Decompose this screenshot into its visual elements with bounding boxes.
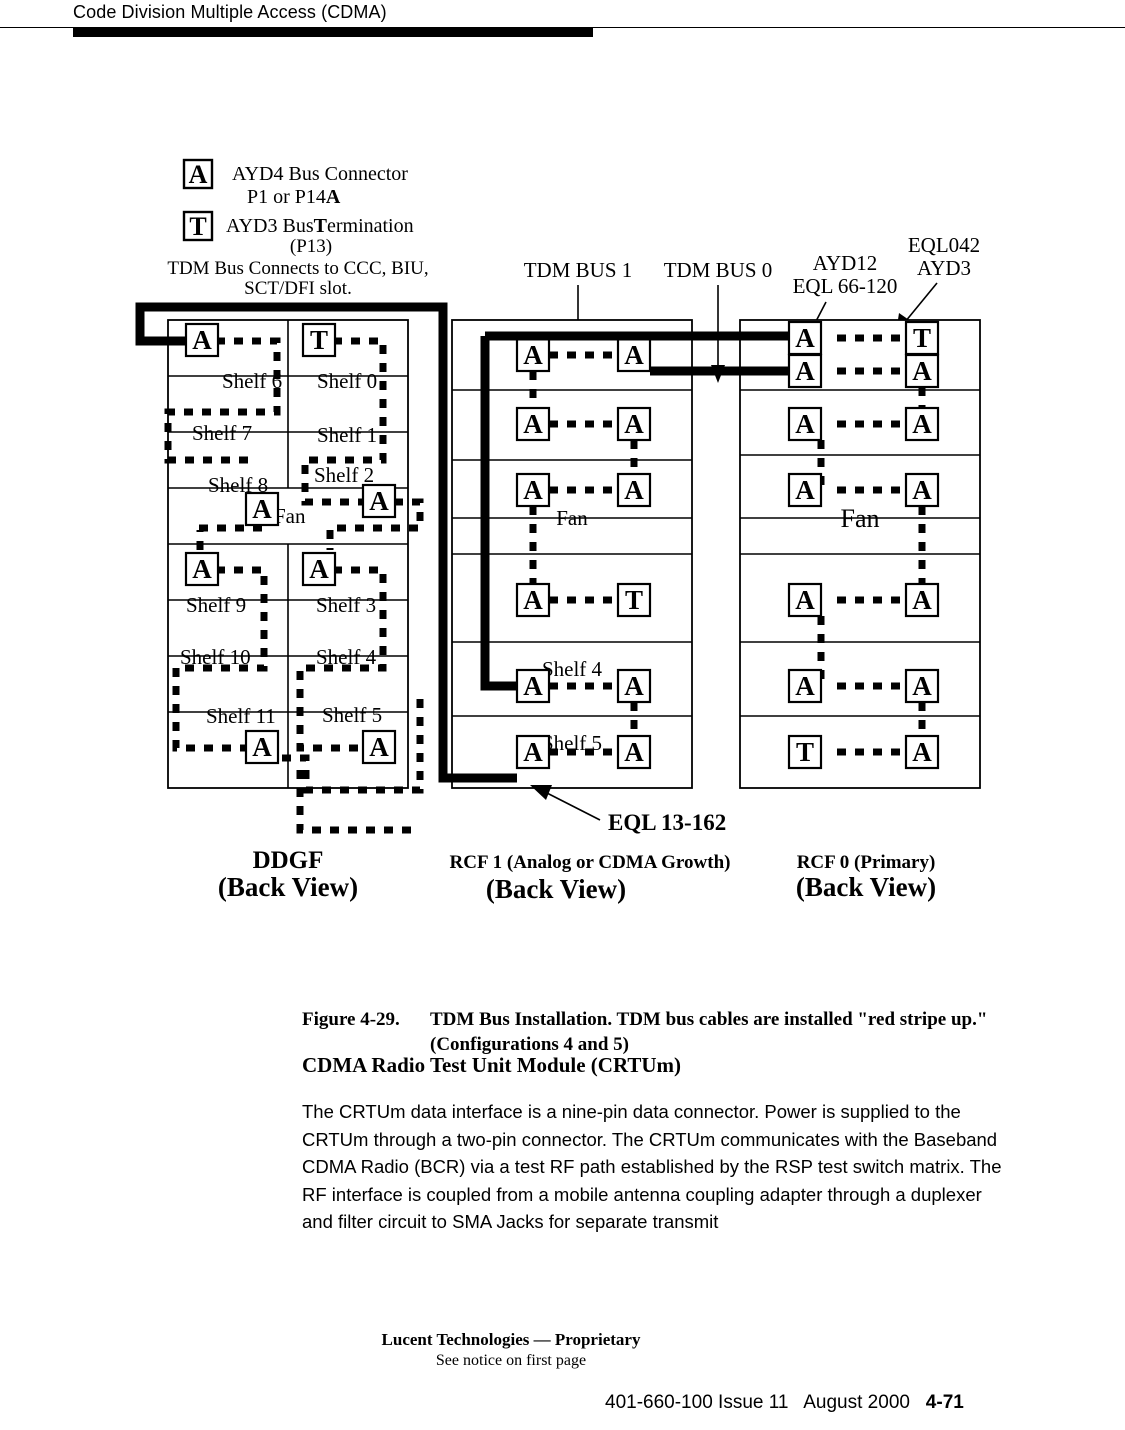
page: Code Division Multiple Access (CDMA) A A… bbox=[0, 0, 1125, 1430]
figure-caption-text: TDM Bus Installation. TDM bus cables are… bbox=[430, 1009, 988, 1055]
rack-rcf1-name: RCF 1 (Analog or CDMA Growth) bbox=[450, 852, 731, 873]
legend-termination-key-label: T bbox=[189, 212, 206, 241]
figure-tdm-bus-installation: A AYD4 Bus Connector P1 or P14A T AYD3 B… bbox=[0, 130, 1050, 920]
body-paragraph: The CRTUm data interface is a nine-pin d… bbox=[302, 1101, 1002, 1232]
rack-ddgf-name: DDGF bbox=[253, 847, 324, 874]
rcf0-connector-r5-left-label: A bbox=[795, 585, 815, 615]
rcf0-connector-r7-right-label: A bbox=[912, 737, 932, 767]
rcf0-connector-r2-right-label: A bbox=[912, 356, 932, 386]
ddgf-shelf-label-9: Shelf 9 bbox=[186, 593, 246, 617]
ddgf-connector-shelf9-label: A bbox=[192, 554, 212, 584]
rcf0-connector-r1-right-label: T bbox=[913, 323, 931, 353]
ddgf-shelf-label-5: Shelf 5 bbox=[322, 703, 382, 727]
ddgf-connector-shelf0-label: T bbox=[310, 325, 328, 355]
rack-captions: DDGF (Back View) RCF 1 (Analog or CDMA G… bbox=[218, 847, 936, 904]
rcf1-connector-r3-left-label: A bbox=[523, 475, 543, 505]
rack-rcf0-name: RCF 0 (Primary) bbox=[797, 852, 936, 873]
rcf1-connector-r2-left-label: A bbox=[523, 409, 543, 439]
legend-connector-line2: P1 or P14A bbox=[247, 186, 341, 208]
footer-proprietary: Lucent Technologies — Proprietary bbox=[381, 1330, 641, 1349]
rcf0-connector-r7-left-label: T bbox=[796, 737, 814, 767]
ddgf-connector-shelf8-label: A bbox=[252, 494, 272, 524]
ddgf-shelf-label-0: Shelf 0 bbox=[317, 369, 377, 393]
rcf1-connector-r4-left-label: A bbox=[523, 585, 543, 615]
legend-termination-line2: (P13) bbox=[290, 236, 332, 257]
callout-eql-66-120: EQL 66-120 bbox=[793, 274, 898, 298]
callout-tdm-bus-1: TDM BUS 1 bbox=[524, 258, 633, 282]
legend-connector-line1: AYD4 Bus Connector bbox=[232, 163, 408, 185]
rcf0-connector-r6-left-label: A bbox=[795, 671, 815, 701]
ddgf-connector-shelf11-label: A bbox=[252, 732, 272, 762]
rack-rcf0: Fan A T A A A A A A A A A A T A bbox=[739, 319, 981, 789]
rcf1-connector-r1-left-label: A bbox=[523, 340, 543, 370]
rcf0-connector-r3-right-label: A bbox=[912, 409, 932, 439]
rcf1-connector-r3-right-label: A bbox=[624, 475, 644, 505]
legend-termination-line1: AYD3 BusTermination bbox=[226, 215, 414, 237]
arrowhead-eql-13-162 bbox=[530, 785, 552, 800]
rack-ddgf-view: (Back View) bbox=[218, 872, 358, 902]
rcf1-connector-r6-right-label: A bbox=[624, 737, 644, 767]
rack-rcf1-view: (Back View) bbox=[486, 874, 626, 904]
rcf0-connector-r4-left-label: A bbox=[795, 475, 815, 505]
ddgf-connector-shelf3-label: A bbox=[309, 554, 329, 584]
rcf0-connector-r3-left-label: A bbox=[795, 409, 815, 439]
ddgf-shelf-label-6: Shelf 6 bbox=[222, 369, 282, 393]
rcf0-connector-r2-left-label: A bbox=[795, 356, 815, 386]
header-black-bar bbox=[73, 28, 593, 37]
rcf1-connector-r5-right-label: A bbox=[624, 671, 644, 701]
rack-ddgf: Shelf 6 Shelf 7 Shelf 8 Shelf 9 Shelf 10… bbox=[164, 319, 424, 794]
ddgf-connector-shelf5-label: A bbox=[369, 732, 389, 762]
ddgf-shelf-label-3: Shelf 3 bbox=[316, 593, 376, 617]
legend-connector-key-label: A bbox=[189, 160, 208, 189]
figure-legend: A AYD4 Bus Connector P1 or P14A T AYD3 B… bbox=[167, 158, 429, 299]
callout-tdm-bus-0: TDM BUS 0 bbox=[664, 258, 773, 282]
callout-eql-13-162: EQL 13-162 bbox=[608, 810, 726, 835]
footer-doc-line: 401-660-100 Issue 11 August 2000 4-71 bbox=[605, 1392, 964, 1414]
footer-page-number: 4-71 bbox=[925, 1392, 964, 1413]
rcf0-connector-r6-right-label: A bbox=[912, 671, 932, 701]
ddgf-connector-shelf6-label: A bbox=[192, 325, 212, 355]
figure-caption-number: Figure 4-29. bbox=[302, 1009, 400, 1030]
figure-caption: Figure 4-29. TDM Bus Installation. TDM bu… bbox=[302, 1007, 1042, 1057]
running-header-title: Code Division Multiple Access (CDMA) bbox=[73, 2, 387, 22]
rcf1-connector-r2-right-label: A bbox=[624, 409, 644, 439]
rcf1-connector-r1-right-label: A bbox=[624, 340, 644, 370]
leader-eql-13-162 bbox=[544, 791, 601, 821]
section-heading: CDMA Radio Test Unit Module (CRTUm) bbox=[302, 1053, 682, 1077]
ddgf-connector-shelf2-label: A bbox=[369, 486, 389, 516]
footer-date: August 2000 bbox=[803, 1392, 910, 1413]
footer-spacer-2 bbox=[910, 1392, 926, 1413]
rack-rcf0-view: (Back View) bbox=[796, 872, 936, 902]
rcf1-connector-r6-left-label: A bbox=[523, 737, 543, 767]
rcf1-fan-label: Fan bbox=[556, 506, 588, 530]
footer-spacer-1 bbox=[788, 1392, 803, 1413]
ddgf-shelf-label-2: Shelf 2 bbox=[314, 463, 374, 487]
rcf0-connector-r4-right-label: A bbox=[912, 475, 932, 505]
footer-notice: See notice on first page bbox=[435, 1352, 587, 1369]
ddgf-shelf-label-7: Shelf 7 bbox=[192, 421, 252, 445]
rcf1-connector-r5-left-label: A bbox=[523, 671, 543, 701]
rcf1-shelf-label-4: Shelf 4 bbox=[542, 657, 603, 681]
legend-note-line1: TDM Bus Connects to CCC, BIU, bbox=[167, 258, 428, 279]
callout-ayd12: AYD12 bbox=[813, 251, 878, 275]
ddgf-shelf-label-11: Shelf 11 bbox=[206, 704, 276, 728]
callout-ayd3: AYD3 bbox=[917, 256, 971, 280]
leader-ayd3 bbox=[904, 282, 938, 323]
callout-eql042: EQL042 bbox=[908, 233, 980, 257]
rcf0-connector-r1-left-label: A bbox=[795, 323, 815, 353]
rcf1-connector-r4-right-label: T bbox=[625, 585, 643, 615]
footer-doc-number: 401-660-100 Issue 11 bbox=[605, 1392, 789, 1413]
callout-eql-13-162-group: EQL 13-162 bbox=[530, 785, 726, 835]
legend-note-line2: SCT/DFI slot. bbox=[244, 278, 352, 299]
rcf0-connector-r5-right-label: A bbox=[912, 585, 932, 615]
ddgf-shelf-label-1: Shelf 1 bbox=[317, 423, 377, 447]
rcf0-fan-label: Fan bbox=[841, 504, 880, 533]
